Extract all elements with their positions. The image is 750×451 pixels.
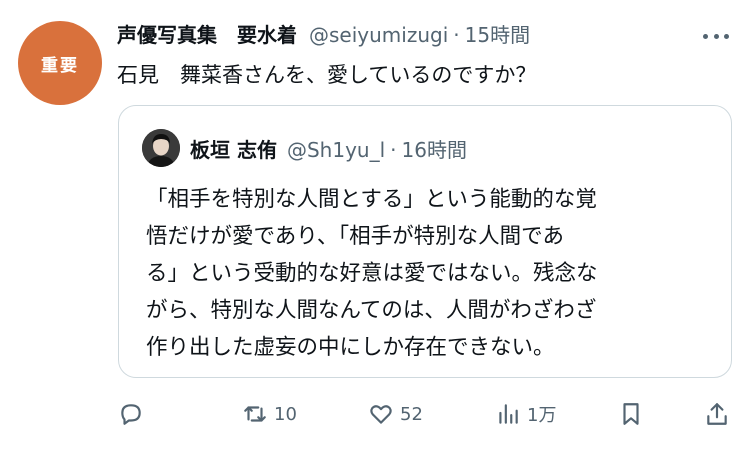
share-button[interactable] — [704, 394, 730, 434]
avatar-text: 重要 — [41, 55, 79, 76]
post-header: 声優写真集 要水着 @seiyumizugi · 15時間 — [117, 19, 717, 53]
retweet-button[interactable]: 10 — [242, 394, 297, 434]
quote-author-name[interactable]: 板垣 志侑 — [190, 134, 277, 163]
quote-header: 板垣 志侑 @Sh1yu_l · 16時間 — [190, 134, 467, 163]
more-icon — [703, 33, 708, 39]
more-options-button[interactable] — [700, 24, 732, 48]
retweet-count: 10 — [274, 403, 297, 425]
reply-icon — [121, 404, 141, 425]
quote-text: 「相手を特別な人間とする」という能動的な覚 悟だけが愛であり、「相手が特別な人間… — [146, 181, 716, 366]
views-button[interactable]: 1万 — [495, 394, 556, 434]
retweet-icon — [244, 406, 266, 422]
avatar[interactable]: 重要 — [18, 21, 102, 105]
quoted-post[interactable]: 板垣 志侑 @Sh1yu_l · 16時間 「相手を特別な人間とする」という能動… — [118, 105, 732, 378]
author-name[interactable]: 声優写真集 要水着 — [117, 19, 297, 48]
quote-line: がら、特別な人間なんてのは、人間がわざわざ — [146, 298, 597, 323]
post-text: 石見 舞菜香さんを、愛しているのですか？ — [117, 63, 537, 87]
quote-line: 作り出した虚妄の中にしか存在できない。 — [146, 335, 555, 360]
reply-button[interactable] — [118, 394, 144, 434]
bookmark-icon — [623, 403, 639, 425]
like-count: 52 — [400, 403, 423, 425]
quote-author-handle[interactable]: @Sh1yu_l — [287, 138, 385, 162]
action-bar: 10 52 1万 — [0, 394, 750, 434]
like-button[interactable]: 52 — [368, 394, 423, 434]
quote-line: 「相手を特別な人間とする」という能動的な覚 — [146, 187, 597, 212]
author-handle[interactable]: @seiyumizugi — [309, 23, 448, 47]
quote-avatar[interactable] — [142, 129, 180, 167]
views-icon — [499, 404, 518, 424]
views-count: 1万 — [527, 405, 557, 426]
heart-icon — [370, 405, 392, 424]
post-time[interactable]: 15時間 — [465, 19, 530, 48]
quote-line: る」という受動的な好意は愛ではない。残念な — [146, 261, 598, 286]
separator-dot: · — [453, 23, 460, 47]
quote-line: 悟だけが愛であり、「相手が特別な人間であ — [146, 224, 564, 249]
quote-separator-dot: · — [390, 138, 397, 162]
quote-avatar-image — [142, 129, 180, 167]
bookmark-button[interactable] — [618, 394, 644, 434]
share-icon — [707, 403, 727, 425]
quote-time[interactable]: 16時間 — [402, 134, 467, 163]
